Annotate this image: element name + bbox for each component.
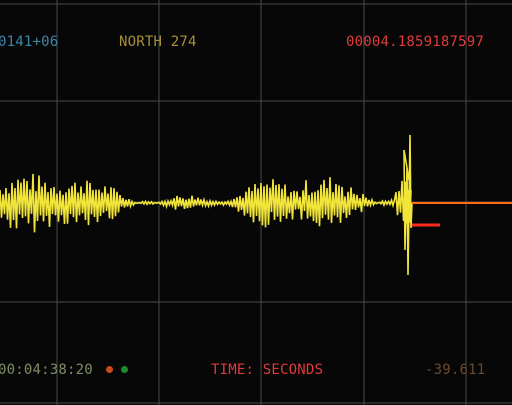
time-axis-label: TIME: SECONDS	[211, 362, 324, 378]
seismograph-screen: 0141+06 NORTH 274 00004.1859187597 00:04…	[0, 0, 512, 405]
header-left-value: 0141+06	[0, 34, 59, 50]
status-dot-orange	[106, 366, 113, 373]
seismogram-plot	[0, 0, 512, 405]
seismic-trace	[0, 134, 413, 276]
footer-right-value: -39.611	[425, 362, 486, 378]
header-right-value: 00004.1859187597	[346, 34, 485, 50]
status-dot-green	[121, 366, 128, 373]
channel-label: NORTH 274	[119, 34, 197, 50]
timestamp-readout: 00:04:38:20	[0, 362, 93, 378]
